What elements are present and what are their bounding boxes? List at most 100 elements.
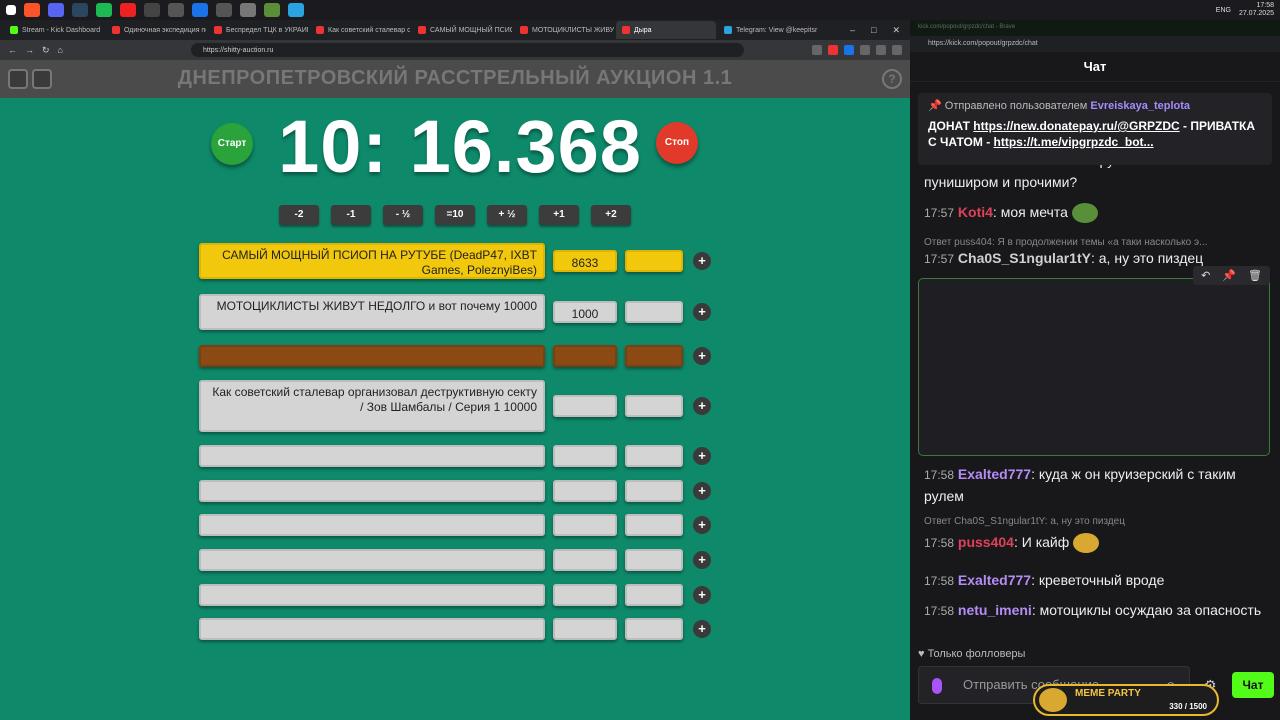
download-icon[interactable] [876,45,886,55]
browser-tab[interactable]: Как советский сталевар ор [310,21,410,39]
browser-tab[interactable]: Одиночная экспедиция пс [106,21,206,39]
reload-icon[interactable]: ↻ [42,45,50,56]
pinned-message[interactable]: 📌 Отправлено пользователем Evreiskaya_te… [918,93,1272,165]
lot-add-button[interactable]: + [693,551,711,569]
lot-name-input[interactable] [199,514,545,536]
mic-icon[interactable] [932,678,942,694]
lot-amount-input[interactable] [553,445,617,467]
discord-icon[interactable] [48,3,64,17]
browser-tab[interactable]: Беспредел ТЦК в УКРАИНЕ [208,21,308,39]
extension-icon[interactable] [844,45,854,55]
lot-add-button[interactable]: + [693,586,711,604]
lot-add-amount-input[interactable] [625,549,683,571]
lot-add-amount-input[interactable] [625,618,683,640]
message-username[interactable]: puss404 [958,534,1014,550]
spotify-icon[interactable] [96,3,112,17]
lot-add-amount-input[interactable] [625,395,683,417]
lot-name-input[interactable] [199,345,545,367]
reply-reference[interactable]: Ответ puss404: Я в продолжении темы «а т… [924,237,1207,248]
lot-add-amount-input[interactable] [625,514,683,536]
lot-amount-input[interactable]: 8633 [553,250,617,272]
browser-tab[interactable]: Telegram: View @keepitsr [718,21,818,39]
reply-icon[interactable]: ↶ [1201,269,1210,282]
lot-amount-input[interactable] [553,480,617,502]
lot-add-button[interactable]: + [693,397,711,415]
time-adjust-button[interactable]: - ½ [383,205,423,225]
url-input[interactable]: https://shitty-auction.ru [190,43,744,57]
extension-icon[interactable] [860,45,870,55]
lot-amount-input[interactable]: 1000 [553,301,617,323]
browser-tab[interactable]: САМЫЙ МОЩНЫЙ ПСИО [412,21,512,39]
time-adjust-button[interactable]: + ½ [487,205,527,225]
lot-amount-input[interactable] [553,345,617,367]
lot-add-amount-input[interactable] [625,445,683,467]
message-username[interactable]: Exalted777 [958,466,1031,482]
forward-icon[interactable]: → [25,45,34,55]
start-button[interactable]: Старт [211,123,253,165]
app-icon[interactable] [120,3,136,17]
send-chat-button[interactable]: Чат [1232,672,1274,698]
lot-name-input[interactable] [199,584,545,606]
lot-name-input[interactable] [199,549,545,571]
lot-add-button[interactable]: + [693,447,711,465]
extension-icon[interactable] [812,45,822,55]
lot-add-button[interactable]: + [693,303,711,321]
app-icon[interactable] [192,3,208,17]
pinned-link-bot[interactable]: https://t.me/vipgrpzdc_bot... [994,135,1154,149]
lot-name-input[interactable] [199,480,545,502]
lot-name-input[interactable]: Как советский сталевар организовал дестр… [199,380,545,432]
lot-add-button[interactable]: + [693,482,711,500]
app-icon[interactable] [168,3,184,17]
lot-add-amount-input[interactable] [625,584,683,606]
browser-tab[interactable]: МОТОЦИКЛИСТЫ ЖИВУТ [514,21,614,39]
tray-clock[interactable]: 17:58 27.07.2025 [1239,2,1274,18]
message-username[interactable]: Exalted777 [958,572,1031,588]
menu-icon[interactable] [892,45,902,55]
time-adjust-button[interactable]: =10 [435,205,475,225]
extension-icon[interactable] [828,45,838,55]
lot-amount-input[interactable] [553,618,617,640]
tray-lang[interactable]: ENG [1216,7,1231,14]
lot-add-amount-input[interactable] [625,345,683,367]
delete-icon[interactable]: 🗑 [1248,269,1262,282]
time-adjust-button[interactable]: +2 [591,205,631,225]
pinned-link-donate[interactable]: https://new.donatepay.ru/@GRPZDC [973,119,1179,133]
windows-start-icon[interactable] [6,5,16,15]
time-adjust-button[interactable]: +1 [539,205,579,225]
pinned-by-user[interactable]: Evreiskaya_teplota [1090,100,1190,112]
browser-tab[interactable]: Дыра [616,21,716,39]
lot-add-button[interactable]: + [693,516,711,534]
lot-amount-input[interactable] [553,584,617,606]
lot-add-amount-input[interactable] [625,250,683,272]
home-icon[interactable]: ⌂ [58,45,63,55]
stop-button[interactable]: Стоп [656,122,698,164]
minimize-icon[interactable]: – [850,25,855,36]
time-adjust-button[interactable]: -2 [279,205,319,225]
lot-add-button[interactable]: + [693,252,711,270]
time-adjust-button[interactable]: -1 [331,205,371,225]
message-username[interactable]: Koti4 [958,204,993,220]
lot-name-input[interactable] [199,618,545,640]
chat-url[interactable]: https://kick.com/popout/grpzdc/chat [910,36,1280,52]
maximize-icon[interactable]: □ [871,25,876,36]
lot-amount-input[interactable] [553,549,617,571]
lot-add-button[interactable]: + [693,347,711,365]
reply-reference[interactable]: Ответ Cha0S_S1ngular1tY: а, ну это пизде… [924,516,1125,527]
pin-icon[interactable]: 📌 [1222,269,1236,282]
obs-icon[interactable] [144,3,160,17]
lot-add-amount-input[interactable] [625,301,683,323]
app-icon[interactable] [264,3,280,17]
browser-tab[interactable]: Stream - Kick Dashboard [4,21,104,39]
help-icon[interactable]: ? [882,69,902,89]
brave-icon[interactable] [24,3,40,17]
telegram-icon[interactable] [288,3,304,17]
lot-name-input[interactable]: САМЫЙ МОЩНЫЙ ПСИОП НА РУТУБЕ (DeadP47, I… [199,243,545,279]
message-username[interactable]: Cha0S_S1ngular1tY [958,250,1091,266]
steam-icon[interactable] [72,3,88,17]
lot-add-amount-input[interactable] [625,480,683,502]
lot-amount-input[interactable] [553,514,617,536]
back-icon[interactable]: ← [8,45,17,55]
lot-name-input[interactable]: МОТОЦИКЛИСТЫ ЖИВУТ НЕДОЛГО и вот почему … [199,294,545,330]
close-icon[interactable]: ✕ [892,25,900,36]
app-icon[interactable] [240,3,256,17]
